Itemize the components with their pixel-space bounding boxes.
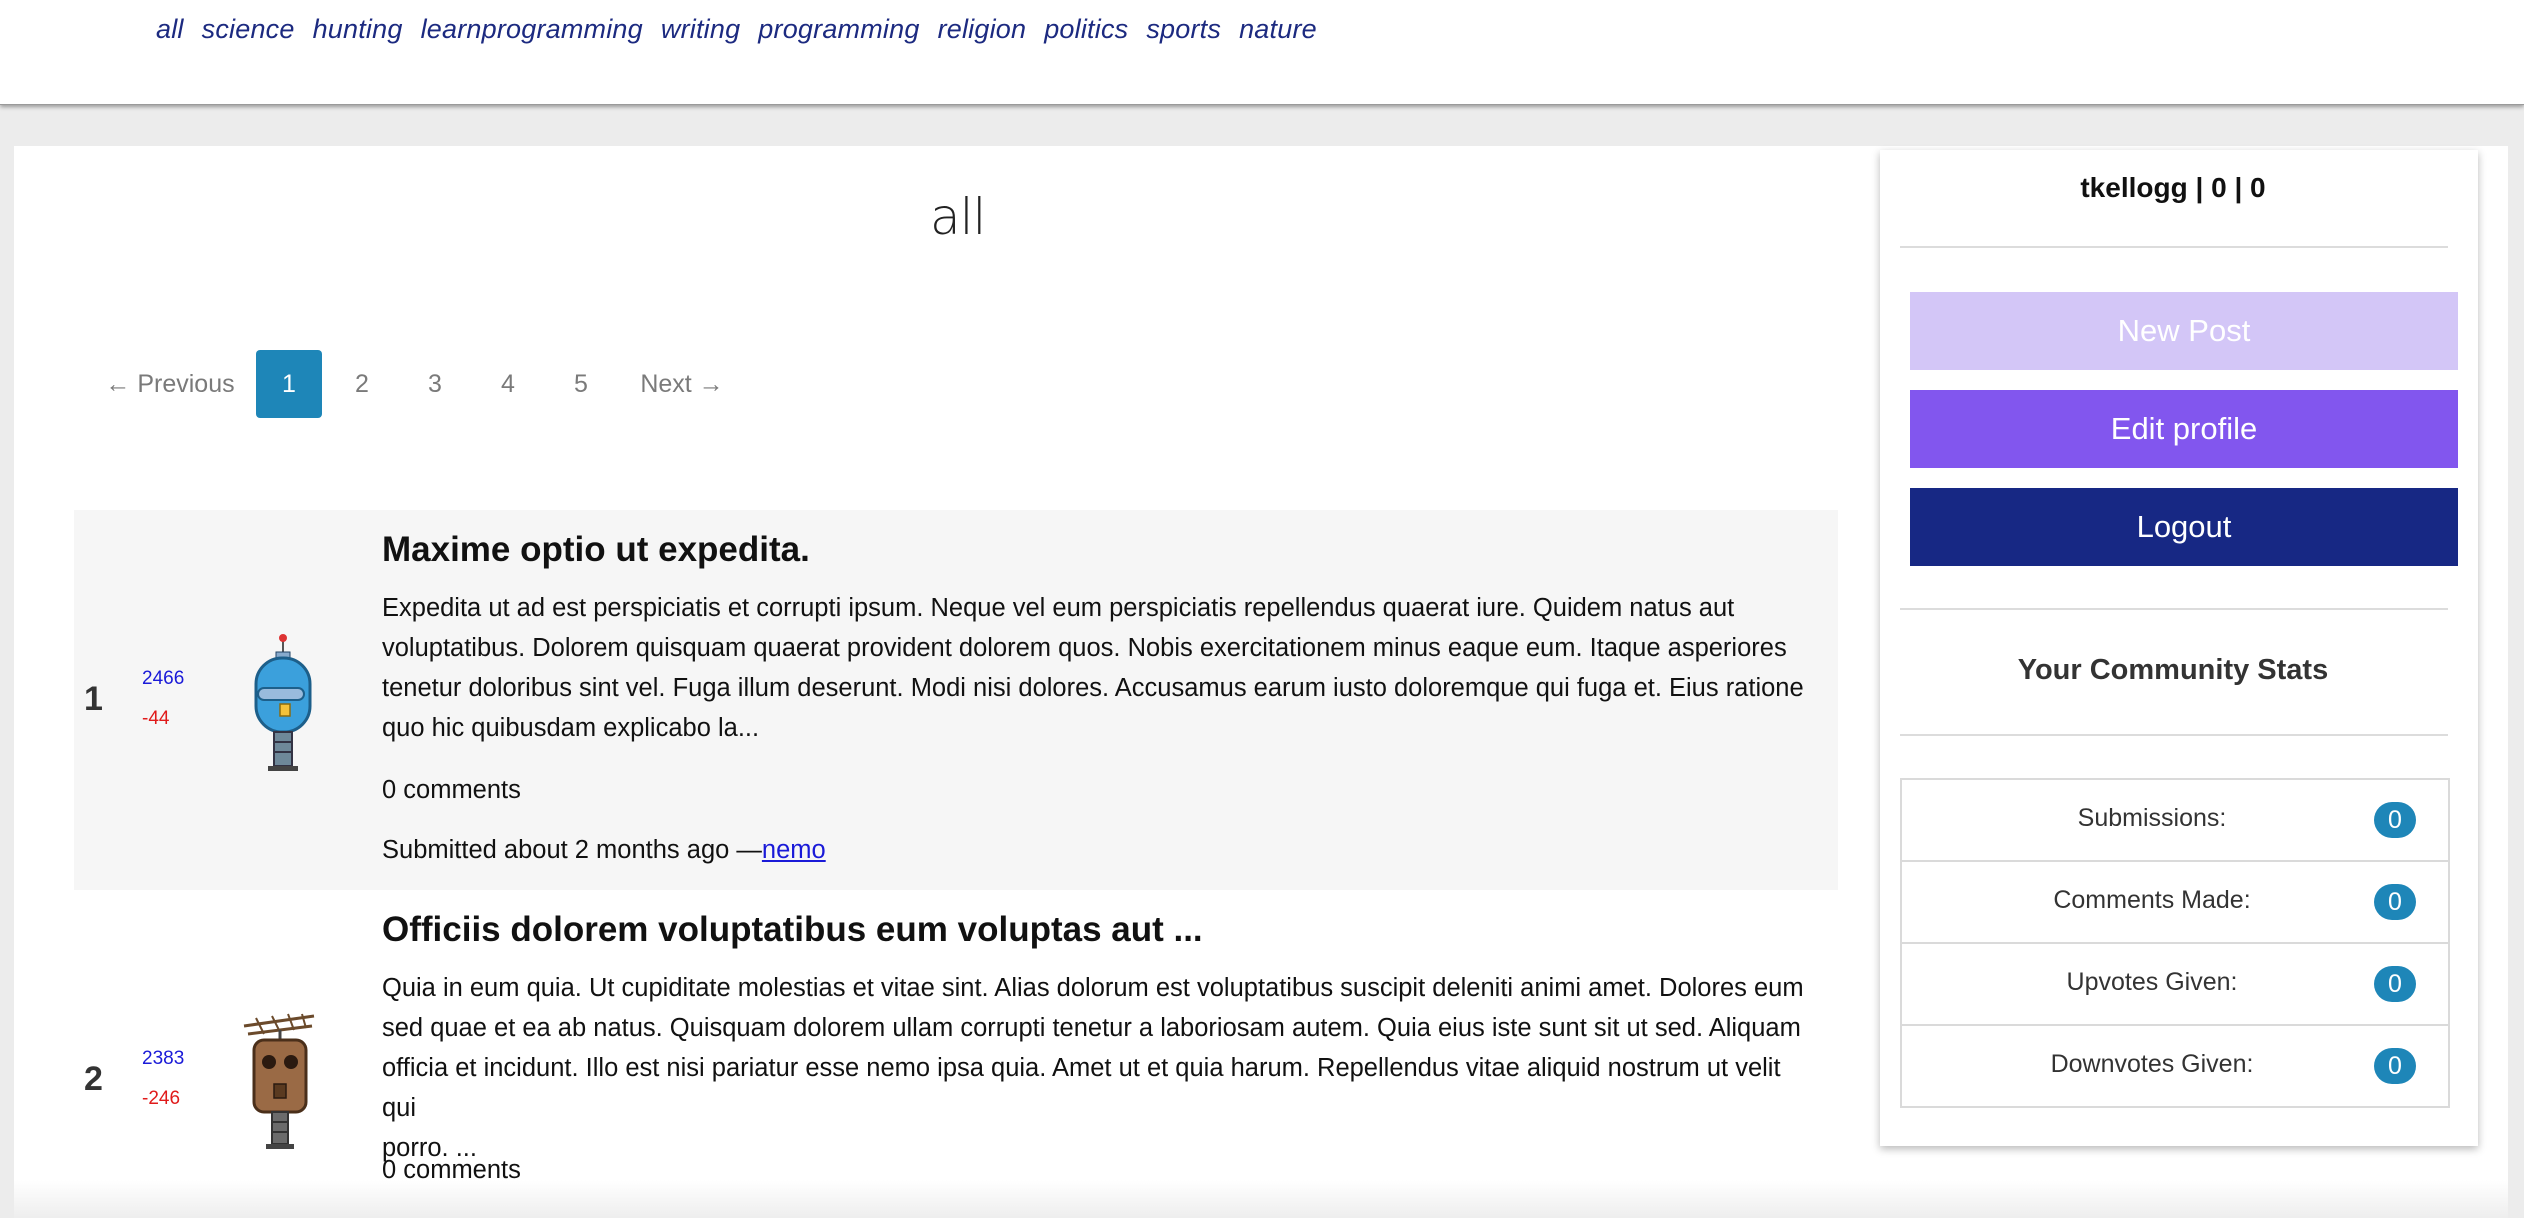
post-excerpt-line: quo hic quibusdam explicabo la... [382, 714, 760, 742]
downvote-count[interactable]: -44 [142, 708, 169, 730]
post-excerpt: Expedita ut ad est perspiciatis et corru… [382, 588, 1812, 748]
divider [1900, 734, 2448, 736]
stat-label: Submissions: [2077, 804, 2227, 832]
page-button-5[interactable]: 5 [548, 350, 614, 418]
logout-button[interactable]: Logout [1910, 488, 2458, 566]
brown-robot-icon [234, 1012, 324, 1157]
post-excerpt-line: tenetur doloribus sint vel. Fuga illum d… [382, 674, 1804, 702]
community-stats-title: Your Community Stats [2017, 654, 2329, 686]
nav-link-all[interactable]: all [156, 14, 184, 45]
page-button-3[interactable]: 3 [402, 350, 468, 418]
upvote-count[interactable]: 2383 [142, 1048, 184, 1070]
author-link[interactable]: nemo [762, 836, 826, 864]
stat-row-comments: Comments Made: 0 [1902, 860, 2448, 942]
post-excerpt-line: porro. ... [382, 1134, 477, 1162]
divider [1900, 246, 2448, 248]
post-rank: 1 [84, 680, 103, 718]
user-sidebar: tkellogg | 0 | 0 New Post Edit profile L… [1880, 150, 2478, 1146]
post-rank: 2 [84, 1060, 103, 1098]
post-excerpt: Quia in eum quia. Ut cupiditate molestia… [382, 968, 1812, 1168]
stat-count-badge: 0 [2374, 802, 2416, 838]
page-button-4[interactable]: 4 [475, 350, 541, 418]
post-item: 1 2466 -44 Maxime optio ut expedita. Exp… [74, 510, 1838, 890]
page-button-2[interactable]: 2 [329, 350, 395, 418]
nav-link-learnprogramming[interactable]: learnprogramming [421, 14, 643, 45]
downvote-count[interactable]: -246 [142, 1088, 180, 1110]
post-excerpt-line: voluptatibus. Dolorem quisquam quaerat p… [382, 634, 1787, 662]
previous-page-button[interactable]: ← Previous [84, 350, 256, 418]
stat-label: Downvotes Given: [2050, 1050, 2254, 1078]
new-post-button[interactable]: New Post [1910, 292, 2458, 370]
stat-count-badge: 0 [2374, 1048, 2416, 1084]
nav-link-writing[interactable]: writing [661, 14, 740, 45]
divider [1900, 608, 2448, 610]
pagination: ← Previous 1 2 3 4 5 Next → [84, 350, 737, 418]
stat-count-badge: 0 [2374, 966, 2416, 1002]
post-title[interactable]: Officiis dolorem voluptatibus eum volupt… [382, 910, 1203, 950]
bottom-fade [0, 1180, 2524, 1218]
upvote-count[interactable]: 2466 [142, 668, 184, 690]
nav-link-religion[interactable]: religion [938, 14, 1027, 45]
nav-link-programming[interactable]: programming [758, 14, 919, 45]
post-excerpt-line: officia et incidunt. Illo est nisi paria… [382, 1054, 1781, 1122]
edit-profile-button[interactable]: Edit profile [1910, 390, 2458, 468]
next-page-button[interactable]: Next → [627, 350, 737, 418]
submitted-text: Submitted about 2 months ago — [382, 836, 762, 864]
submitted-info: Submitted about 2 months ago —nemo [382, 836, 826, 865]
page-button-1[interactable]: 1 [256, 350, 322, 418]
nav-link-sports[interactable]: sports [1146, 14, 1221, 45]
stat-row-upvotes: Upvotes Given: 0 [1902, 942, 2448, 1024]
nav-link-nature[interactable]: nature [1239, 14, 1317, 45]
page-title: all [930, 188, 986, 246]
stat-count-badge: 0 [2374, 884, 2416, 920]
comments-link[interactable]: 0 comments [382, 776, 521, 805]
stat-row-downvotes: Downvotes Given: 0 [1902, 1024, 2448, 1106]
post-excerpt-line: Expedita ut ad est perspiciatis et corru… [382, 594, 1735, 622]
stat-label: Upvotes Given: [2066, 968, 2238, 996]
category-nav: all science hunting learnprogramming wri… [156, 14, 1317, 45]
top-navbar: all science hunting learnprogramming wri… [0, 0, 2524, 105]
post-excerpt-line: sed quae et ea ab natus. Quisquam dolore… [382, 1014, 1801, 1042]
post-item: 2 2383 -246 Officiis dolorem voluptatibu… [74, 890, 1838, 1218]
stat-row-submissions: Submissions: 0 [1902, 780, 2448, 860]
post-title[interactable]: Maxime optio ut expedita. [382, 530, 810, 570]
nav-link-science[interactable]: science [202, 14, 295, 45]
user-summary: tkellogg | 0 | 0 [2080, 172, 2266, 203]
stat-label: Comments Made: [2053, 886, 2251, 914]
community-stats-list: Submissions: 0 Comments Made: 0 Upvotes … [1900, 778, 2450, 1108]
post-excerpt-line: Quia in eum quia. Ut cupiditate molestia… [382, 974, 1804, 1002]
nav-link-politics[interactable]: politics [1044, 14, 1128, 45]
blue-robot-icon [234, 634, 324, 779]
nav-link-hunting[interactable]: hunting [313, 14, 403, 45]
